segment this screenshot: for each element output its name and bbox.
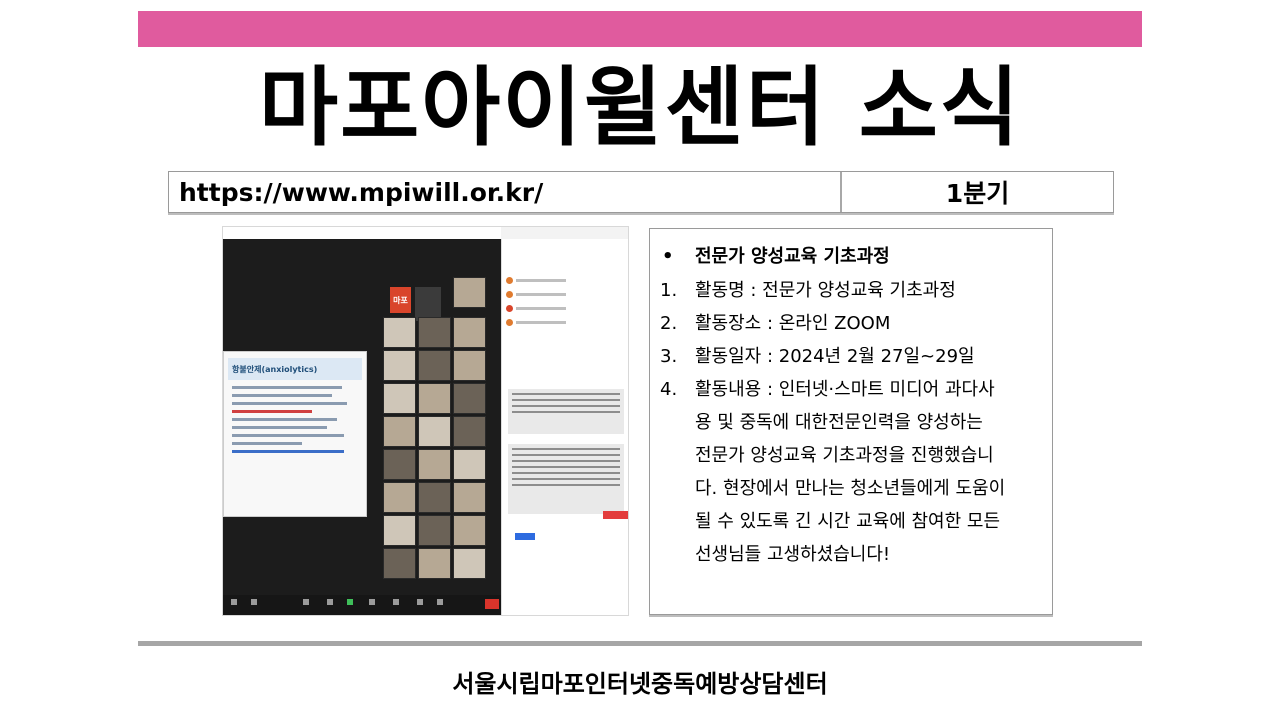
quarter-label: 1분기 bbox=[945, 179, 1010, 208]
zoom-meeting-screenshot: 항불안제(anxiolytics) 마포 bbox=[222, 226, 629, 616]
participant-video bbox=[418, 383, 451, 414]
zoom-video-area: 항불안제(anxiolytics) 마포 bbox=[223, 239, 501, 615]
zoom-side-panel bbox=[501, 239, 628, 615]
list-item: 1. 활동명 : 전문가 양성교육 기초과정 bbox=[660, 280, 956, 301]
activity-list: 1. 활동명 : 전문가 양성교육 기초과정 2. 활동장소 : 온라인 ZOOM … bbox=[660, 274, 1050, 571]
participant-video bbox=[453, 277, 486, 308]
participant-video bbox=[453, 317, 486, 348]
participant-video bbox=[418, 482, 451, 513]
participant-video bbox=[383, 317, 416, 348]
list-item: 4. 활동내용 : 인터넷·스마트 미디어 과다사 bbox=[660, 379, 995, 400]
chat-message bbox=[508, 444, 624, 514]
participant-video bbox=[453, 449, 486, 480]
mic-icon bbox=[231, 599, 237, 605]
participant-name-tile bbox=[415, 287, 441, 321]
camera-icon bbox=[251, 599, 257, 605]
zoom-title-bar bbox=[223, 227, 501, 239]
footer-divider bbox=[138, 641, 1142, 646]
list-item: 2. 활동장소 : 온라인 ZOOM bbox=[660, 313, 891, 334]
activity-description-line: 될 수 있도록 긴 시간 교육에 참여한 모든 bbox=[695, 511, 1001, 532]
center-name: 서울시립마포인터넷중독예방상담센터 bbox=[452, 670, 828, 698]
participant-video bbox=[453, 515, 486, 546]
chat-status-tag bbox=[603, 511, 628, 519]
apps-icon bbox=[417, 599, 423, 605]
header-accent-bar bbox=[138, 11, 1142, 47]
activity-description-line: 선생님들 고생하셨습니다! bbox=[695, 544, 891, 565]
zoom-toolbar bbox=[223, 595, 501, 615]
participant-video bbox=[418, 515, 451, 546]
participant-video bbox=[383, 416, 416, 447]
participant-video bbox=[418, 548, 451, 579]
share-screen-icon bbox=[347, 599, 353, 605]
participant-video bbox=[383, 383, 416, 414]
page-title: 마포아이윌센터 소식 bbox=[258, 58, 1022, 158]
activity-box: • 전문가 양성교육 기초과정 1. 활동명 : 전문가 양성교육 기초과정 2. 활… bbox=[649, 228, 1053, 615]
info-row: https://www.mpiwill.or.kr/ 1분기 bbox=[168, 171, 1114, 213]
participant-video bbox=[453, 482, 486, 513]
participant-video bbox=[453, 416, 486, 447]
participant-tile-logo: 마포 bbox=[390, 287, 411, 313]
activity-heading: • 전문가 양성교육 기초과정 bbox=[662, 246, 890, 267]
participant-video bbox=[453, 383, 486, 414]
participant-video bbox=[418, 416, 451, 447]
participant-video bbox=[383, 515, 416, 546]
website-url[interactable]: https://www.mpiwill.or.kr/ bbox=[169, 172, 842, 212]
participants-icon bbox=[303, 599, 309, 605]
participant-video bbox=[453, 548, 486, 579]
activity-description-line: 용 및 중독에 대한전문인력을 양성하는 bbox=[695, 412, 983, 433]
more-icon bbox=[437, 599, 443, 605]
leave-meeting-button bbox=[485, 599, 499, 609]
record-icon bbox=[369, 599, 375, 605]
activity-description-line: 다. 현장에서 만나는 청소년들에게 도움이 bbox=[695, 478, 1006, 499]
chat-icon bbox=[327, 599, 333, 605]
participant-video bbox=[383, 482, 416, 513]
participant-video bbox=[383, 350, 416, 381]
participant-video bbox=[383, 449, 416, 480]
activity-description-line: 전문가 양성교육 기초과정을 진행했습니 bbox=[695, 445, 994, 466]
slide-title: 항불안제(anxiolytics) bbox=[228, 358, 362, 380]
participant-video bbox=[418, 317, 451, 348]
participant-video bbox=[418, 350, 451, 381]
participant-video bbox=[453, 350, 486, 381]
chat-recipient-tag bbox=[515, 533, 535, 540]
shared-slide: 항불안제(anxiolytics) bbox=[223, 351, 367, 517]
list-item: 3. 활동일자 : 2024년 2월 27일~29일 bbox=[660, 346, 975, 367]
participant-video bbox=[383, 548, 416, 579]
reactions-icon bbox=[393, 599, 399, 605]
chat-message bbox=[508, 389, 624, 434]
participant-video bbox=[418, 449, 451, 480]
